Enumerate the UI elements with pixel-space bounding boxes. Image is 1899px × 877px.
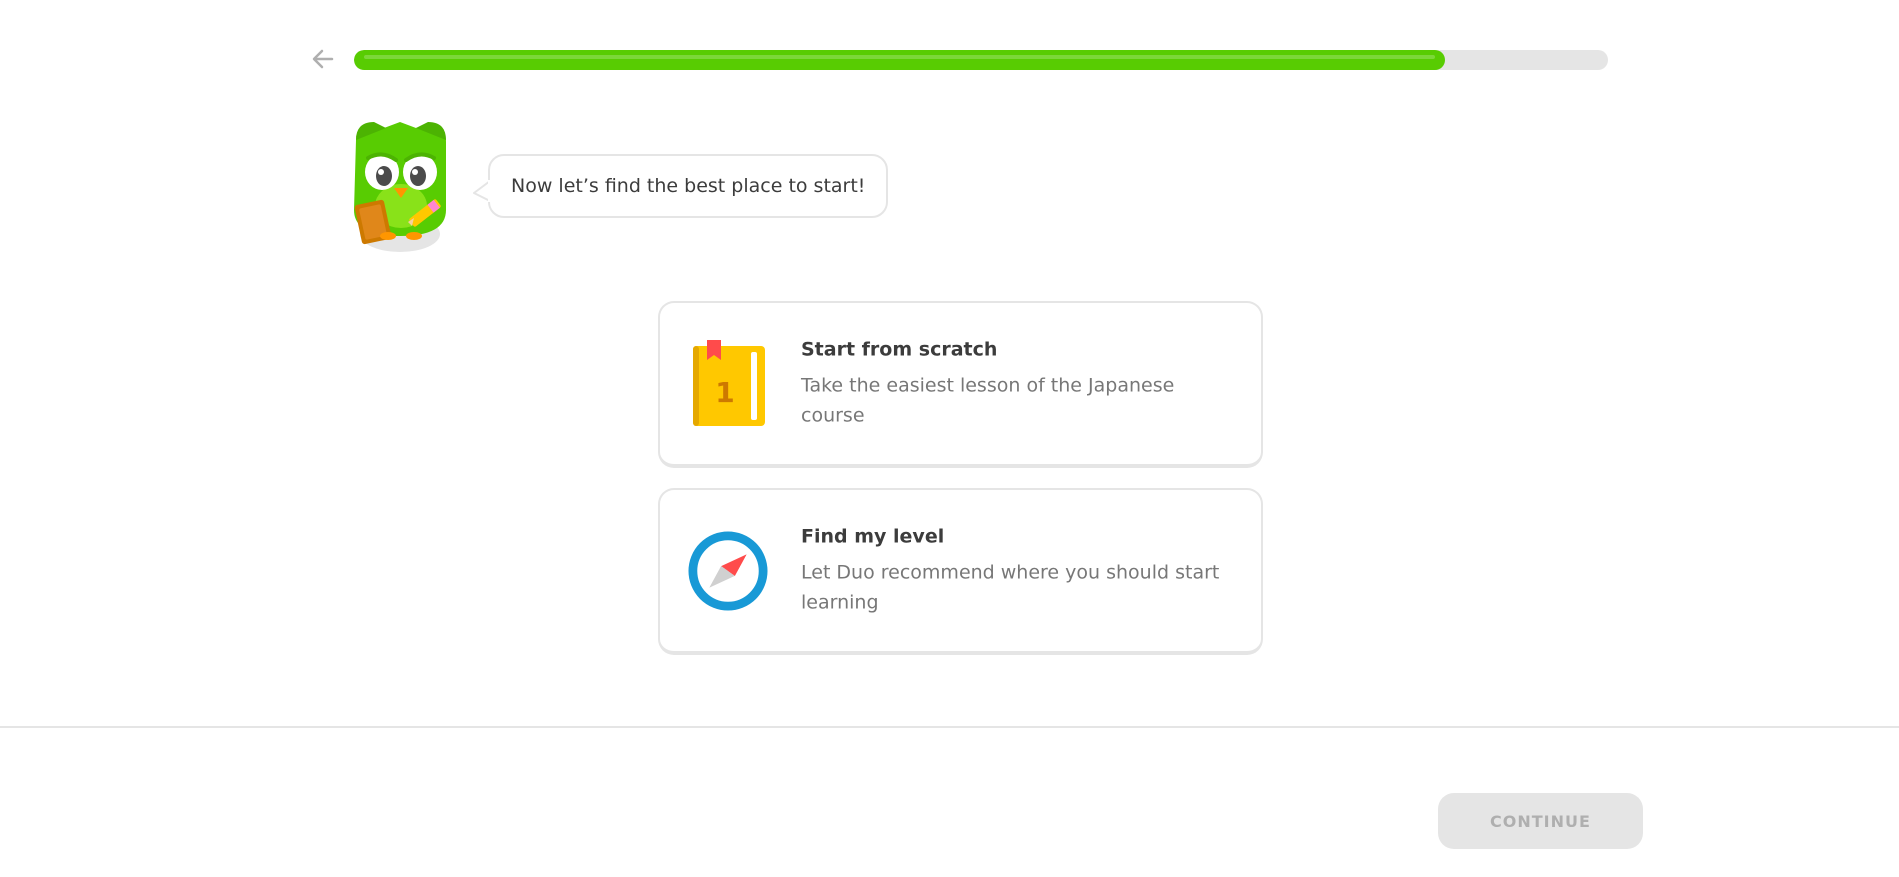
progress-bar <box>354 50 1608 70</box>
option-title: Start from scratch <box>801 338 998 360</box>
speech-bubble: Now let’s find the best place to start! <box>473 154 889 218</box>
arrow-left-icon <box>312 49 334 73</box>
compass-icon <box>688 526 768 616</box>
option-description: Let Duo recommend where you should start… <box>801 561 1220 613</box>
back-button[interactable] <box>308 46 338 76</box>
option-description: Take the easiest lesson of the Japanese … <box>801 374 1175 426</box>
start-from-scratch-option[interactable]: 1 Start from scratch Take the easiest le… <box>658 301 1263 468</box>
footer-divider <box>0 726 1899 728</box>
book-number: 1 <box>715 376 734 409</box>
continue-button[interactable]: CONTINUE <box>1438 793 1643 849</box>
option-title: Find my level <box>801 525 945 547</box>
placement-screen: Now let’s find the best place to start! … <box>0 0 1899 877</box>
progress-bar-fill <box>354 50 1445 70</box>
speech-bubble-text: Now let’s find the best place to start! <box>511 175 866 197</box>
duo-owl-mascot <box>344 118 458 254</box>
find-my-level-option[interactable]: Find my level Let Duo recommend where yo… <box>658 488 1263 655</box>
book-icon: 1 <box>688 339 768 429</box>
